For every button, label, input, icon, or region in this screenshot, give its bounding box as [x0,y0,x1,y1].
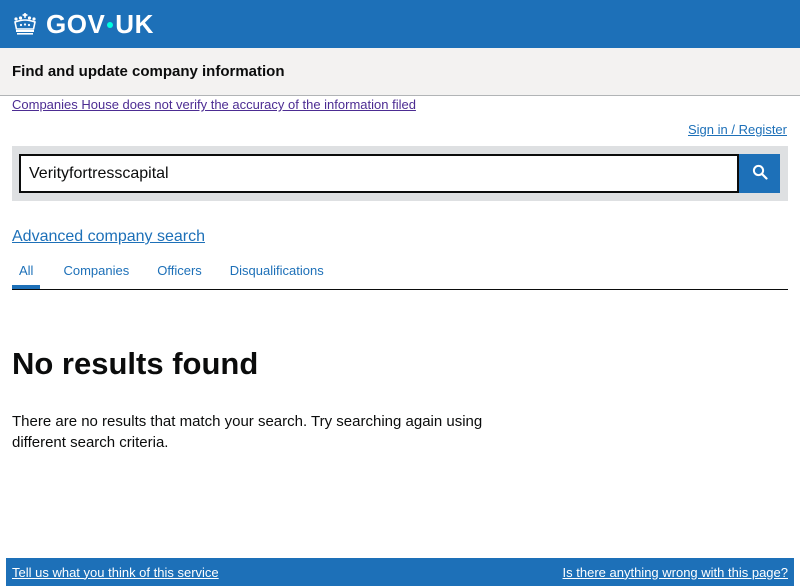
search-icon [752,164,768,183]
logo-text-uk: UK [115,8,154,39]
tab-disqualifications[interactable]: Disqualifications [223,258,331,289]
govuk-logo-link[interactable]: GOV UK [12,9,154,40]
govuk-header: GOV UK [0,0,800,48]
no-results-message: There are no results that match your sea… [12,413,483,451]
crown-icon [12,12,38,36]
report-problem-link[interactable]: Is there anything wrong with this page? [563,565,788,580]
tab-companies[interactable]: Companies [56,258,136,289]
search-panel [12,146,788,201]
feedback-footer: Tell us what you think of this service I… [6,558,794,586]
advanced-search-link[interactable]: Advanced company search [12,228,205,246]
result-tabs: All Companies Officers Disqualifications [12,258,788,290]
search-input[interactable] [19,154,739,193]
search-button[interactable] [739,154,780,193]
logo-text-gov: GOV [46,8,106,39]
logo-dot [107,22,114,28]
feedback-link[interactable]: Tell us what you think of this service [12,565,219,580]
no-results-heading: No results found [12,346,259,381]
govuk-logo-text: GOV UK [46,9,154,40]
sign-in-register-link[interactable]: Sign in / Register [688,122,787,137]
tab-officers[interactable]: Officers [150,258,209,289]
accuracy-disclaimer-link[interactable]: Companies House does not verify the accu… [12,97,416,112]
service-bar: Find and update company information [0,48,800,96]
tab-all[interactable]: All [12,258,41,289]
service-name[interactable]: Find and update company information [12,63,285,80]
